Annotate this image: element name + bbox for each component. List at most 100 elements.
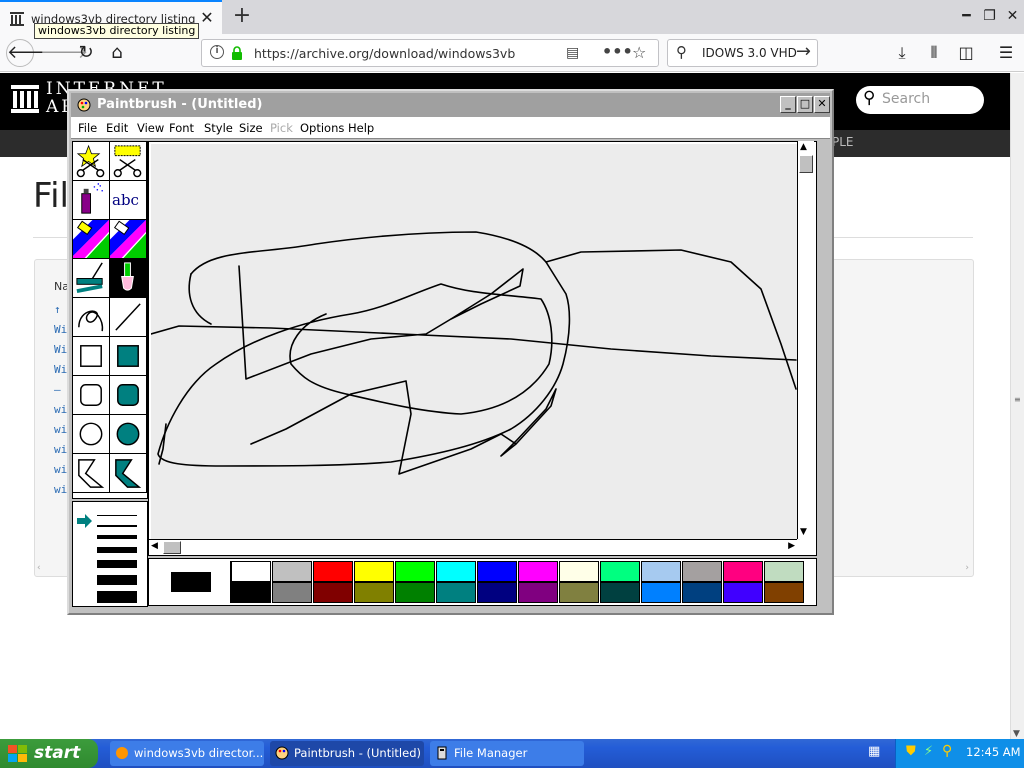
palette-color-swatch[interactable] bbox=[272, 561, 312, 582]
list-item[interactable]: Wi bbox=[54, 360, 67, 380]
menu-options[interactable]: Options bbox=[300, 121, 344, 135]
page-scrollbar[interactable]: ≡ ▼ bbox=[1010, 73, 1024, 739]
home-button[interactable]: ⌂ bbox=[103, 39, 131, 67]
filled-circle-tool[interactable] bbox=[110, 415, 147, 454]
palette-color-swatch[interactable] bbox=[682, 561, 722, 582]
curve-tool[interactable] bbox=[73, 298, 110, 337]
page-actions-icon[interactable]: ••• bbox=[602, 42, 633, 61]
forward-button[interactable]: 🡒 bbox=[40, 39, 88, 67]
menu-icon[interactable]: ☰ bbox=[994, 42, 1018, 66]
taskbar-item-browser[interactable]: windows3vb director... bbox=[110, 741, 264, 766]
restore-window-button[interactable]: ❐ bbox=[978, 0, 1001, 34]
line-width-7[interactable] bbox=[97, 591, 137, 603]
site-search[interactable]: ⚲ Search bbox=[856, 86, 984, 114]
scrollbar-thumb[interactable]: ≡ bbox=[1014, 395, 1021, 404]
palette-color-swatch[interactable] bbox=[477, 561, 517, 582]
list-item[interactable]: Wi bbox=[54, 340, 67, 360]
panel-scroll-right-icon[interactable]: › bbox=[965, 563, 969, 573]
start-button[interactable]: start bbox=[0, 739, 98, 768]
maximize-button[interactable]: □ bbox=[797, 96, 813, 113]
scroll-right-icon[interactable]: ▶ bbox=[788, 541, 795, 551]
address-bar[interactable]: i https://archive.org/download/windows3v… bbox=[201, 39, 659, 67]
search-query[interactable]: IDOWS 3.0 VHD bbox=[702, 46, 797, 60]
scroll-down-icon[interactable]: ▼ bbox=[800, 527, 807, 537]
downloads-icon[interactable]: ⤓ bbox=[890, 42, 914, 66]
list-item[interactable]: Wi bbox=[54, 320, 67, 340]
palette-color-swatch[interactable] bbox=[354, 561, 394, 582]
line-width-3[interactable] bbox=[97, 535, 137, 539]
eraser-tool[interactable] bbox=[110, 220, 147, 259]
spray-can-tool[interactable] bbox=[73, 181, 110, 220]
new-tab-button[interactable]: + bbox=[231, 3, 253, 28]
sidebar-icon[interactable]: ◫ bbox=[954, 42, 978, 66]
search-tray-icon[interactable]: ⚲ bbox=[942, 743, 952, 759]
polygon-tool[interactable] bbox=[73, 454, 110, 493]
palette-color-swatch[interactable] bbox=[395, 582, 435, 603]
close-window-button[interactable]: ✕ bbox=[1001, 0, 1024, 34]
brush-tool[interactable] bbox=[110, 259, 147, 298]
scroll-down-icon[interactable]: ▼ bbox=[1013, 729, 1020, 739]
list-item[interactable]: wi bbox=[54, 440, 67, 460]
url-text[interactable]: https://archive.org/download/windows3vb bbox=[254, 46, 515, 61]
vertical-scroll-thumb[interactable] bbox=[799, 155, 813, 173]
palette-color-swatch[interactable] bbox=[518, 582, 558, 603]
search-bar[interactable]: ⚲ IDOWS 3.0 VHD → bbox=[667, 39, 818, 67]
line-tool[interactable] bbox=[110, 298, 147, 337]
line-width-6[interactable] bbox=[97, 575, 137, 585]
close-tab-icon[interactable]: ✕ bbox=[198, 8, 216, 27]
filled-box-tool[interactable] bbox=[110, 337, 147, 376]
bookmark-star-icon[interactable]: ☆ bbox=[632, 43, 646, 62]
menu-font[interactable]: Font bbox=[169, 121, 194, 135]
palette-color-swatch[interactable] bbox=[272, 582, 312, 603]
palette-color-swatch[interactable] bbox=[559, 561, 599, 582]
list-item[interactable]: wi bbox=[54, 420, 67, 440]
palette-color-swatch[interactable] bbox=[723, 561, 763, 582]
list-item[interactable]: wi bbox=[54, 400, 67, 420]
palette-color-swatch[interactable] bbox=[764, 561, 804, 582]
palette-color-swatch[interactable] bbox=[436, 561, 476, 582]
palette-color-swatch[interactable] bbox=[600, 561, 640, 582]
menu-style[interactable]: Style bbox=[204, 121, 233, 135]
palette-color-swatch[interactable] bbox=[559, 582, 599, 603]
reload-button[interactable]: ↻ bbox=[72, 39, 100, 67]
library-icon[interactable]: ⫴ bbox=[922, 42, 946, 66]
filled-rounded-box-tool[interactable] bbox=[110, 376, 147, 415]
menu-view[interactable]: View bbox=[137, 121, 164, 135]
keyboard-icon[interactable]: ▦ bbox=[868, 744, 880, 759]
palette-color-swatch[interactable] bbox=[313, 582, 353, 603]
palette-color-swatch[interactable] bbox=[682, 582, 722, 603]
scroll-up-icon[interactable]: ▲ bbox=[800, 142, 807, 152]
network-icon[interactable]: ⚡ bbox=[924, 744, 933, 759]
paintbrush-titlebar[interactable]: Paintbrush - (Untitled) _ □ ✕ bbox=[71, 93, 830, 117]
minimize-button[interactable]: _ bbox=[780, 96, 796, 113]
palette-color-swatch[interactable] bbox=[641, 561, 681, 582]
palette-color-swatch[interactable] bbox=[641, 582, 681, 603]
palette-color-swatch[interactable] bbox=[436, 582, 476, 603]
search-go-icon[interactable]: → bbox=[796, 41, 811, 62]
rounded-box-tool[interactable] bbox=[73, 376, 110, 415]
paint-roller-tool[interactable] bbox=[73, 259, 110, 298]
panel-scroll-left-icon[interactable]: ‹ bbox=[37, 563, 41, 573]
taskbar-item-file-manager[interactable]: File Manager bbox=[430, 741, 584, 766]
filled-polygon-tool[interactable] bbox=[110, 454, 147, 493]
palette-color-swatch[interactable] bbox=[354, 582, 394, 603]
nav-people-link[interactable]: PLE bbox=[832, 135, 854, 149]
palette-color-swatch[interactable] bbox=[313, 561, 353, 582]
line-width-2[interactable] bbox=[97, 525, 137, 527]
scissors-star-tool[interactable] bbox=[73, 142, 110, 181]
menu-help[interactable]: Help bbox=[348, 121, 374, 135]
text-tool[interactable]: abc bbox=[110, 181, 147, 220]
menu-file[interactable]: File bbox=[78, 121, 97, 135]
canvas-vertical-scrollbar[interactable]: ▲ ▼ bbox=[797, 141, 814, 539]
scissors-rect-tool[interactable] bbox=[110, 142, 147, 181]
reader-view-icon[interactable]: ▤ bbox=[566, 45, 579, 61]
list-item[interactable]: wi bbox=[54, 460, 67, 480]
paintbrush-window[interactable]: Paintbrush - (Untitled) _ □ ✕ File Edit … bbox=[67, 89, 834, 615]
menu-size[interactable]: Size bbox=[239, 121, 263, 135]
palette-color-swatch[interactable] bbox=[518, 561, 558, 582]
archive-logo-icon[interactable] bbox=[10, 85, 40, 113]
shield-icon[interactable]: ⛊ bbox=[906, 744, 916, 759]
scroll-left-icon[interactable]: ◀ bbox=[151, 541, 158, 551]
palette-color-swatch[interactable] bbox=[395, 561, 435, 582]
palette-color-swatch[interactable] bbox=[600, 582, 640, 603]
